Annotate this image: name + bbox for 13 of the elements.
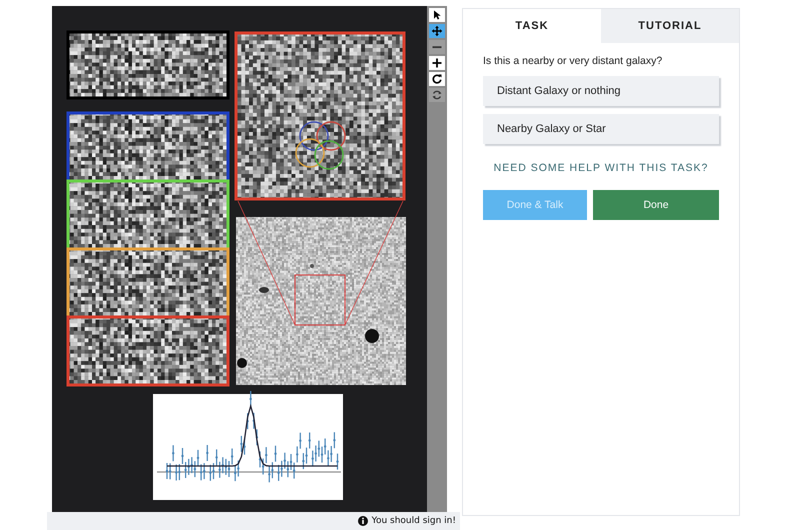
answer-button[interactable]: Distant Galaxy or nothing bbox=[483, 76, 719, 106]
move-icon[interactable] bbox=[429, 24, 445, 38]
rotate-icon[interactable] bbox=[429, 72, 445, 86]
sign-in-notice: You should sign in! bbox=[372, 516, 456, 526]
zoom-in-icon[interactable] bbox=[429, 56, 445, 70]
info-icon bbox=[358, 516, 368, 526]
help-link[interactable]: NEED SOME HELP WITH THIS TASK? bbox=[494, 162, 708, 174]
zoom-box bbox=[294, 274, 346, 326]
question-text: Is this a nearby or very distant galaxy? bbox=[483, 55, 664, 67]
pointer-icon[interactable] bbox=[429, 8, 445, 22]
done-button[interactable]: Done bbox=[593, 190, 719, 220]
answer-button[interactable]: Nearby Galaxy or Star bbox=[483, 114, 719, 144]
tab[interactable]: TUTORIAL bbox=[601, 9, 739, 43]
